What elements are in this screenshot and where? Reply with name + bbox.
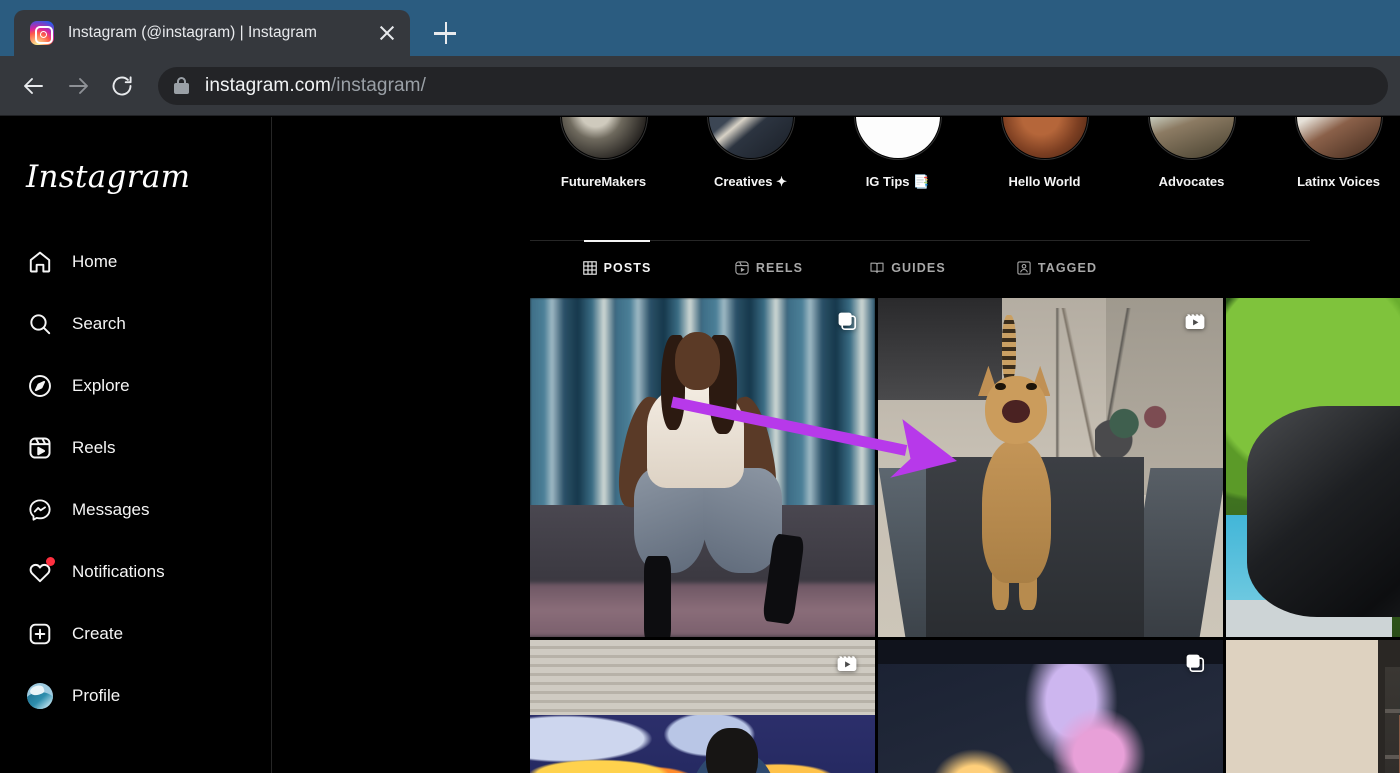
lock-icon: [174, 77, 189, 94]
tab-label: GUIDES: [891, 260, 946, 275]
tab-label: POSTS: [603, 260, 652, 275]
notification-badge: [46, 557, 55, 566]
sidebar-item-label: Create: [72, 624, 124, 643]
carousel-icon: [1184, 652, 1206, 674]
profile-tabs: POSTS REELS GUIDES TAGGED: [530, 240, 1310, 294]
sidebar-nav: Home Search Explore Reels Messages Notif…: [12, 237, 259, 721]
url-domain: instagram.com: [205, 74, 331, 96]
highlight-item[interactable]: Advocates: [1118, 117, 1265, 190]
browser-window: Instagram (@instagram) | Instagram insta: [0, 0, 1400, 773]
post-grid: [530, 298, 1400, 773]
highlight-label: Advocates: [1158, 174, 1225, 189]
guides-icon: [870, 261, 884, 275]
highlight-thumbnail: [853, 117, 942, 160]
home-icon: [26, 248, 54, 276]
post-thumbnail[interactable]: [1226, 298, 1400, 637]
tab-reels[interactable]: REELS: [704, 241, 834, 294]
post-thumbnail[interactable]: [530, 298, 875, 637]
post-image: [530, 640, 875, 773]
tab-guides[interactable]: GUIDES: [834, 241, 982, 294]
profile-avatar: [26, 682, 54, 710]
tagged-icon: [1017, 260, 1031, 275]
highlight-item[interactable]: Latinx Voices: [1265, 117, 1400, 190]
reload-icon[interactable]: [100, 64, 144, 108]
post-thumbnail[interactable]: [878, 298, 1223, 637]
highlight-label: Hello World: [1008, 174, 1081, 189]
sidebar-item-label: Reels: [72, 438, 116, 457]
grid-icon: [582, 260, 597, 275]
reels-icon: [836, 652, 858, 674]
search-icon: [26, 310, 54, 338]
highlight-label: FutureMakers: [560, 174, 647, 189]
tab-label: REELS: [755, 260, 804, 275]
sidebar-item-create[interactable]: Create: [12, 609, 259, 659]
forward-arrow-icon[interactable]: [56, 64, 100, 108]
highlight-label: Latinx Voices: [1297, 174, 1380, 189]
close-icon[interactable]: [374, 20, 400, 46]
compass-icon: [26, 372, 54, 400]
browser-tab[interactable]: Instagram (@instagram) | Instagram: [14, 10, 410, 56]
highlight-item[interactable]: Creatives ✦: [677, 117, 824, 190]
post-thumbnail[interactable]: [1226, 640, 1400, 773]
avatar: [27, 683, 53, 709]
highlight-thumbnail: [1294, 117, 1383, 160]
heart-icon: [26, 557, 55, 586]
post-thumbnail[interactable]: [530, 640, 875, 773]
sidebar-item-messages[interactable]: Messages: [12, 485, 259, 535]
sidebar-item-explore[interactable]: Explore: [12, 361, 259, 411]
instagram-logo-icon: [30, 21, 54, 45]
sidebar-item-label: Home: [72, 252, 118, 271]
highlight-thumbnail: [1147, 117, 1236, 160]
sidebar: Instagram Home Search Explore Reels Mess…: [0, 117, 272, 773]
highlight-thumbnail: [559, 117, 648, 160]
sidebar-item-home[interactable]: Home: [12, 237, 259, 287]
browser-tab-strip: Instagram (@instagram) | Instagram: [0, 0, 1400, 56]
sidebar-item-label: Messages: [72, 500, 150, 519]
highlight-item[interactable]: Hello World: [971, 117, 1118, 190]
sidebar-item-profile[interactable]: Profile: [12, 671, 259, 721]
browser-toolbar: instagram.com/instagram/: [0, 56, 1400, 116]
highlight-thumbnail: [1000, 117, 1089, 160]
address-bar-url: instagram.com/instagram/: [205, 75, 426, 97]
post-image: [1226, 298, 1400, 637]
sidebar-item-reels[interactable]: Reels: [12, 423, 259, 473]
post-image: [878, 298, 1223, 637]
highlight-item[interactable]: IG Tips 📑: [824, 117, 971, 190]
messenger-icon: [26, 496, 54, 524]
address-bar[interactable]: instagram.com/instagram/: [158, 66, 1388, 105]
instagram-page: Instagram Home Search Explore Reels Mess…: [0, 117, 1400, 773]
highlight-label: Creatives ✦: [713, 174, 788, 189]
tab-tagged[interactable]: TAGGED: [982, 241, 1132, 294]
reels-icon: [26, 434, 54, 462]
post-image: [878, 640, 1223, 773]
sidebar-item-notifications[interactable]: Notifications: [12, 547, 259, 597]
url-path: /instagram/: [330, 74, 426, 96]
carousel-icon: [836, 310, 858, 332]
post-thumbnail[interactable]: [878, 640, 1223, 773]
sidebar-item-label: Profile: [72, 686, 121, 705]
instagram-wordmark[interactable]: Instagram: [12, 137, 259, 195]
sidebar-item-label: Search: [72, 314, 126, 333]
new-tab-button[interactable]: [426, 14, 464, 52]
highlight-thumbnail: [706, 117, 795, 160]
browser-tab-title: Instagram (@instagram) | Instagram: [68, 24, 317, 41]
sidebar-item-label: Explore: [72, 376, 130, 395]
tab-posts[interactable]: POSTS: [530, 241, 704, 294]
sidebar-item-label: Notifications: [72, 562, 165, 581]
post-image: [530, 298, 875, 637]
plus-square-icon: [26, 620, 54, 648]
back-arrow-icon[interactable]: [12, 64, 56, 108]
highlight-item[interactable]: FutureMakers: [530, 117, 677, 190]
sidebar-item-search[interactable]: Search: [12, 299, 259, 349]
reels-icon: [1184, 310, 1206, 332]
highlight-label: IG Tips 📑: [865, 174, 930, 189]
tab-label: TAGGED: [1037, 260, 1098, 275]
profile-content: FutureMakers Creatives ✦ IG Tips 📑 Hello…: [272, 117, 1400, 773]
story-highlights: FutureMakers Creatives ✦ IG Tips 📑 Hello…: [530, 117, 1400, 190]
post-image: [1226, 640, 1400, 773]
reels-icon: [735, 260, 749, 275]
